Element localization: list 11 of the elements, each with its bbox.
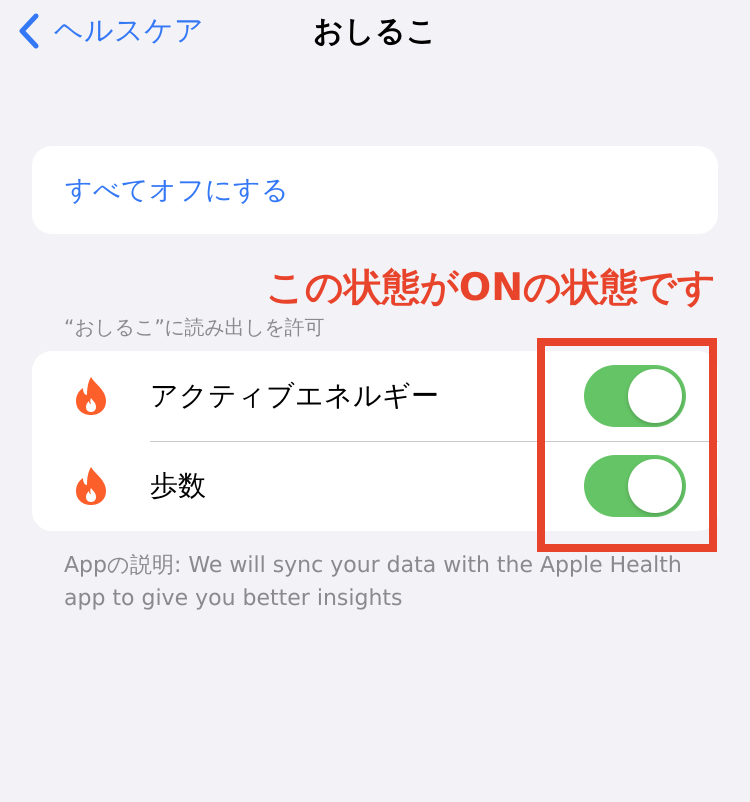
back-button[interactable]: ヘルスケア — [18, 11, 204, 51]
permission-label: 歩数 — [150, 468, 206, 504]
permission-label: アクティブエネルギー — [150, 378, 439, 414]
flame-icon — [75, 376, 107, 416]
annotation-text: この状態がONの状態です — [266, 264, 716, 311]
footer-description: Appの説明: We will sync your data with the Apple Health app to give you better insights — [64, 552, 683, 613]
back-chevron-icon — [18, 12, 40, 50]
flame-icon — [75, 466, 107, 506]
section-header: “おしるこ”に読み出しを許可 — [64, 314, 326, 341]
screen-title: おしるこ — [313, 12, 437, 50]
turn-off-all-button[interactable]: すべてオフにする — [65, 172, 289, 208]
